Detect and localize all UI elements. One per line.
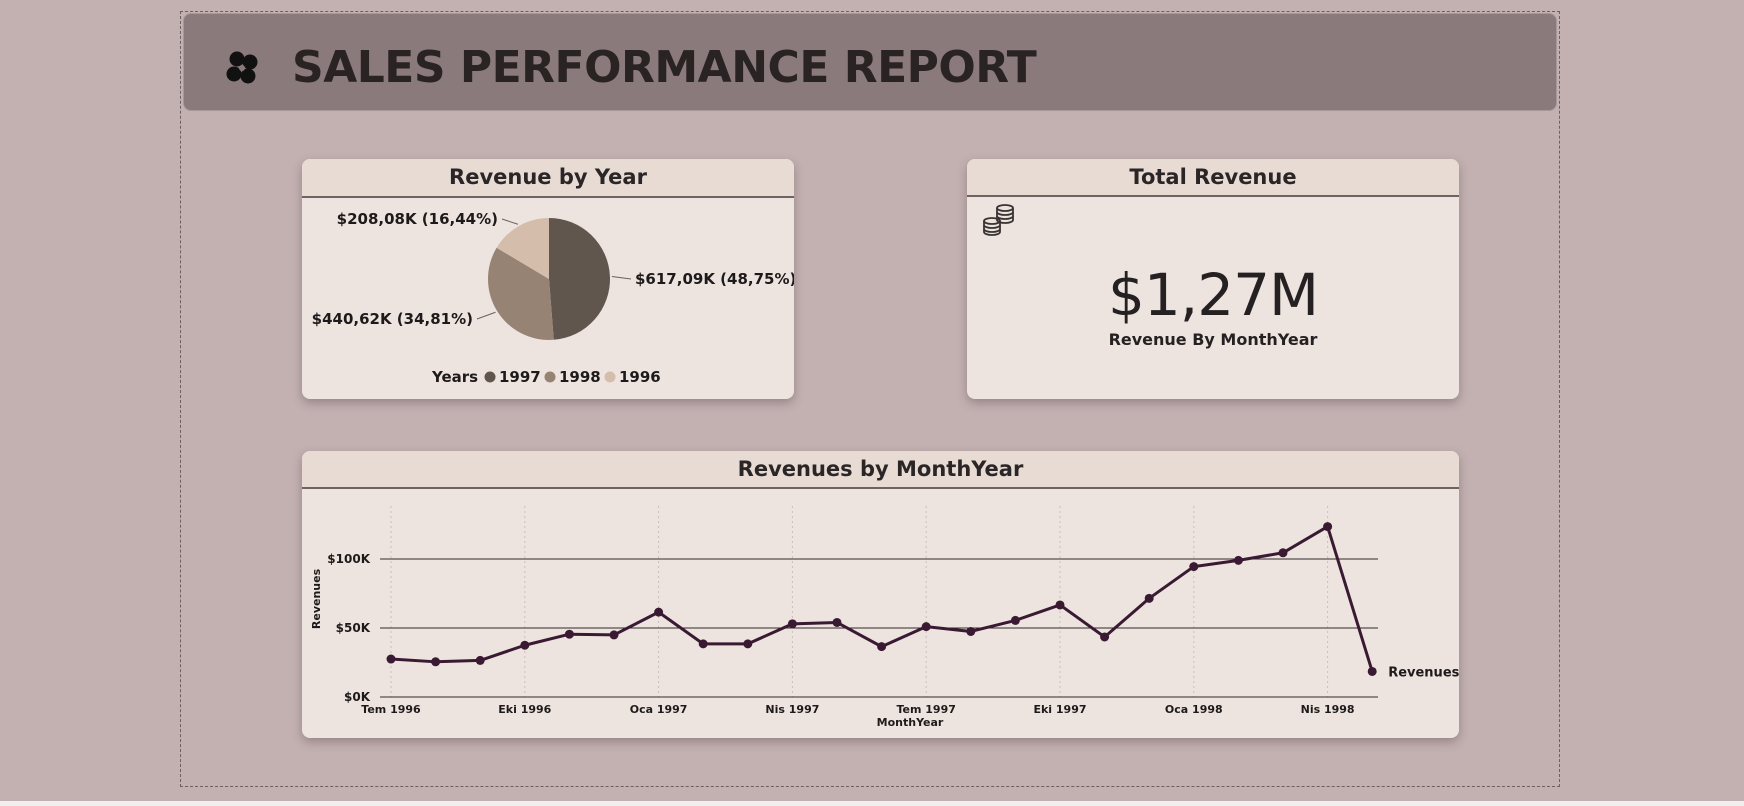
x-tick-label: Eki 1996 [498, 703, 551, 716]
data-point[interactable] [1144, 593, 1154, 603]
data-point[interactable] [877, 642, 887, 652]
revenue-by-year-card[interactable]: Revenue by Year $617,09K (48,75%) $440,62… [302, 159, 794, 399]
x-axis-title: MonthYear [877, 716, 944, 729]
x-tick-label: Nis 1997 [765, 703, 819, 716]
data-point[interactable] [698, 639, 708, 649]
data-point[interactable] [1323, 522, 1333, 532]
data-point[interactable] [1055, 600, 1065, 610]
total-revenue-label: Revenue By MonthYear [1108, 330, 1318, 349]
x-tick-label: Nis 1998 [1301, 703, 1355, 716]
data-point[interactable] [787, 619, 797, 629]
data-point[interactable] [386, 654, 396, 664]
x-tick-label: Tem 1996 [361, 703, 421, 716]
data-point[interactable] [609, 630, 619, 640]
pie-slice-1997[interactable] [549, 218, 610, 340]
data-point[interactable] [1010, 615, 1020, 625]
y-tick-label: $100K [327, 552, 370, 566]
card-title: Total Revenue [967, 159, 1459, 197]
legend-title: Years [431, 368, 478, 386]
pie-leader-line [611, 276, 632, 280]
x-tick-label: Eki 1997 [1033, 703, 1086, 716]
pie-legend: Years 1997 1998 1996 [431, 368, 661, 386]
data-point[interactable] [1278, 548, 1288, 558]
y-axis-title: Revenues [310, 568, 323, 629]
series-end-label: Revenues [1388, 665, 1459, 680]
pie-leader-line [476, 311, 496, 320]
data-point[interactable] [431, 657, 441, 667]
x-tick-label: Oca 1997 [630, 703, 688, 716]
pie-chart[interactable]: $617,09K (48,75%) $440,62K (34,81%) $208,0… [302, 159, 794, 399]
legend-marker-1997 [484, 371, 496, 383]
data-point[interactable] [520, 640, 530, 650]
data-point[interactable] [564, 629, 574, 639]
x-tick-label: Tem 1997 [896, 703, 955, 716]
data-point[interactable] [1367, 666, 1377, 676]
total-revenue-card[interactable]: Total Revenue $1,27M Revenue By MonthYea… [967, 159, 1459, 399]
data-point[interactable] [743, 639, 753, 649]
legend-label-1997: 1997 [499, 368, 541, 386]
data-point[interactable] [654, 607, 664, 617]
data-point[interactable] [1189, 562, 1199, 572]
bottom-scrollbar[interactable] [0, 801, 1744, 806]
data-point[interactable] [1233, 555, 1243, 565]
legend-marker-1998 [544, 371, 556, 383]
pie-data-label: $617,09K (48,75%) [635, 270, 794, 288]
clover-logo-icon [226, 51, 258, 84]
data-point[interactable] [475, 655, 485, 665]
page-title: SALES PERFORMANCE REPORT [292, 42, 1037, 93]
coins-stack-icon [983, 204, 1014, 236]
pie-data-label: $208,08K (16,44%) [337, 210, 498, 228]
data-point[interactable] [966, 626, 976, 636]
pie-leader-line [501, 218, 519, 225]
y-tick-label: $0K [344, 690, 371, 704]
data-point[interactable] [1100, 632, 1110, 642]
data-point[interactable] [921, 622, 931, 632]
pie-data-label: $440,62K (34,81%) [312, 310, 473, 328]
y-tick-label: $50K [336, 621, 371, 635]
legend-label-1998: 1998 [559, 368, 601, 386]
report-header: SALES PERFORMANCE REPORT [183, 13, 1557, 111]
data-point[interactable] [832, 617, 842, 627]
revenues-by-monthyear-card[interactable]: Revenues by MonthYear $0K $50K $100K Tem 19… [302, 451, 1459, 738]
total-revenue-value: $1,27M [1107, 261, 1319, 329]
line-chart[interactable]: $0K $50K $100K Tem 1996 Eki 1996 Oca 1997 Nis … [302, 451, 1459, 738]
legend-marker-1996 [604, 371, 616, 383]
x-tick-label: Oca 1998 [1165, 703, 1223, 716]
legend-label-1996: 1996 [619, 368, 661, 386]
